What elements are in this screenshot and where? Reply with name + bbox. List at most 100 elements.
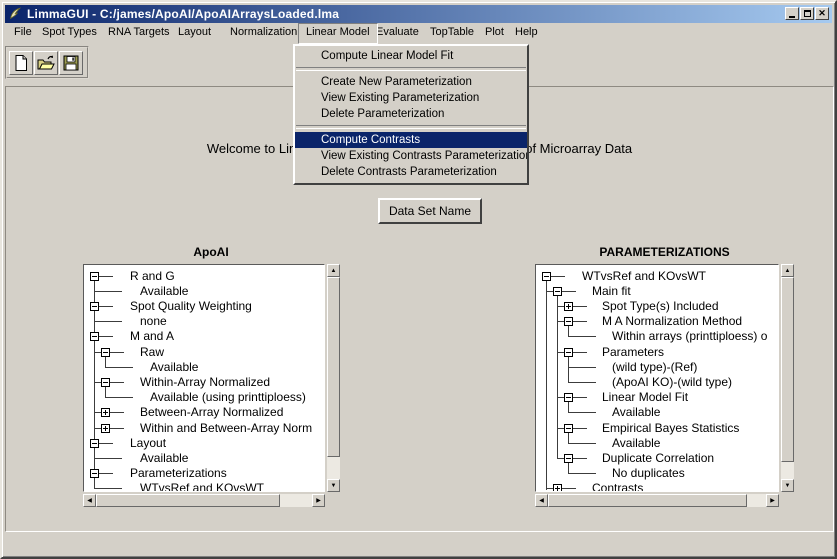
- menu-item-view-existing-parameterization[interactable]: View Existing Parameterization: [295, 90, 527, 106]
- scroll-left-icon: ◀: [539, 498, 544, 504]
- tree-connector-line: [105, 367, 133, 368]
- menu-spot-types[interactable]: Spot Types: [35, 23, 104, 42]
- scroll-down-button[interactable]: ▼: [781, 479, 794, 492]
- collapse-minus-icon[interactable]: [564, 317, 573, 326]
- menu-plot[interactable]: Plot: [478, 23, 511, 42]
- apoai-tree-hscrollbar[interactable]: ◀ ▶: [83, 494, 325, 507]
- menu-file[interactable]: File: [7, 23, 39, 42]
- scroll-down-button[interactable]: ▼: [327, 479, 340, 492]
- tree-node-label: Duplicate Correlation: [602, 451, 714, 465]
- tree-connector-line: [573, 458, 587, 459]
- menu-item-create-new-parameterization[interactable]: Create New Parameterization: [295, 74, 527, 90]
- collapse-minus-icon[interactable]: [564, 424, 573, 433]
- tree-connector-line: [110, 428, 124, 429]
- tree-node-label: Within arrays (printtiploess) o: [612, 329, 767, 343]
- menu-item-delete-contrasts-parameterization[interactable]: Delete Contrasts Parameterization: [295, 164, 527, 180]
- menu-help[interactable]: Help: [508, 23, 545, 42]
- collapse-minus-icon[interactable]: [564, 393, 573, 402]
- menu-layout[interactable]: Layout: [171, 23, 218, 42]
- collapse-minus-icon[interactable]: [90, 302, 99, 311]
- expand-plus-icon[interactable]: [564, 302, 573, 311]
- tree-node-label: Parameters: [602, 345, 664, 359]
- collapse-minus-icon[interactable]: [564, 348, 573, 357]
- data-set-name-button[interactable]: Data Set Name: [378, 198, 482, 224]
- menu-bar: File Spot Types RNA Targets Layout Norma…: [5, 23, 832, 43]
- menu-item-delete-parameterization[interactable]: Delete Parameterization: [295, 106, 527, 122]
- tree-connector-line: [557, 458, 564, 459]
- tree-connector-line: [94, 321, 122, 322]
- new-file-button[interactable]: [9, 51, 33, 75]
- tree-connector-line: [557, 397, 564, 398]
- tree-connector-line: [94, 291, 122, 292]
- apoai-tree-vscrollbar[interactable]: ▲ ▼: [327, 264, 340, 492]
- tree-connector-line: [546, 276, 547, 490]
- expand-plus-icon[interactable]: [553, 484, 562, 492]
- collapse-minus-icon[interactable]: [542, 272, 551, 281]
- collapse-minus-icon[interactable]: [90, 439, 99, 448]
- close-button[interactable]: ✕: [815, 7, 829, 20]
- collapse-minus-icon[interactable]: [564, 454, 573, 463]
- minimize-icon: [789, 16, 795, 18]
- collapse-minus-icon[interactable]: [90, 469, 99, 478]
- param-tree-vscrollbar[interactable]: ▲ ▼: [781, 264, 794, 492]
- menu-item-view-existing-contrasts-parameterization[interactable]: View Existing Contrasts Parameterization: [295, 148, 527, 164]
- scroll-right-button[interactable]: ▶: [312, 494, 325, 507]
- tree-node-label: Empirical Bayes Statistics: [602, 421, 739, 435]
- tree-connector-line: [94, 382, 101, 383]
- scroll-left-button[interactable]: ◀: [535, 494, 548, 507]
- scroll-up-button[interactable]: ▲: [327, 264, 340, 277]
- expand-plus-icon[interactable]: [101, 408, 110, 417]
- param-tree-hscrollbar[interactable]: ◀ ▶: [535, 494, 779, 507]
- save-file-button[interactable]: [59, 51, 83, 75]
- tree-node-label: WTvsRef and KOvsWT: [140, 481, 264, 492]
- hscroll-thumb[interactable]: [96, 494, 280, 507]
- new-file-icon: [12, 54, 30, 72]
- hscroll-thumb[interactable]: [548, 494, 747, 507]
- open-file-button[interactable]: [34, 51, 58, 75]
- tree-node-label: Within-Array Normalized: [140, 375, 270, 389]
- tree-node-label: Available: [150, 360, 198, 374]
- open-folder-icon: [36, 54, 56, 72]
- tree-connector-line: [110, 382, 124, 383]
- tree-node-label: Raw: [140, 345, 164, 359]
- collapse-minus-icon[interactable]: [553, 287, 562, 296]
- scroll-right-button[interactable]: ▶: [766, 494, 779, 507]
- linear-model-menu: Compute Linear Model Fit Create New Para…: [293, 44, 529, 185]
- minimize-button[interactable]: [785, 7, 799, 20]
- tree-connector-line: [568, 336, 596, 337]
- tree-node-label: M A Normalization Method: [602, 314, 742, 328]
- scroll-down-icon: ▼: [331, 483, 337, 489]
- tree-connector-line: [94, 458, 122, 459]
- tree-connector-line: [568, 443, 596, 444]
- tree-connector-line: [573, 306, 587, 307]
- maximize-button[interactable]: [800, 7, 814, 20]
- scroll-up-button[interactable]: ▲: [781, 264, 794, 277]
- tree-node-label: Layout: [130, 436, 166, 450]
- tree-connector-line: [557, 321, 564, 322]
- menu-rna-targets[interactable]: RNA Targets: [101, 23, 177, 42]
- scroll-left-button[interactable]: ◀: [83, 494, 96, 507]
- save-floppy-icon: [62, 54, 80, 72]
- collapse-minus-icon[interactable]: [101, 378, 110, 387]
- tree-connector-line: [551, 276, 565, 277]
- menu-linear-model[interactable]: Linear Model: [298, 23, 378, 44]
- expand-plus-icon[interactable]: [101, 424, 110, 433]
- tree-node-label: No duplicates: [612, 466, 685, 480]
- tree-node-label: Available: [612, 405, 660, 419]
- menu-toptable[interactable]: TopTable: [423, 23, 481, 42]
- tree-connector-line: [573, 352, 587, 353]
- tree-connector-line: [99, 336, 113, 337]
- tree-connector-line: [557, 291, 558, 459]
- collapse-minus-icon[interactable]: [90, 332, 99, 341]
- menu-item-compute-linear-model-fit[interactable]: Compute Linear Model Fit: [295, 48, 527, 64]
- scroll-right-icon: ▶: [316, 498, 321, 504]
- app-window: LimmaGUI - C:/james/ApoAI/ApoAIArraysLoa…: [0, 0, 837, 559]
- vscroll-thumb[interactable]: [781, 277, 794, 462]
- menu-normalization[interactable]: Normalization: [223, 23, 304, 42]
- menu-item-compute-contrasts[interactable]: Compute Contrasts: [295, 132, 527, 148]
- vscroll-thumb[interactable]: [327, 277, 340, 457]
- collapse-minus-icon[interactable]: [101, 348, 110, 357]
- tree-connector-line: [562, 291, 576, 292]
- collapse-minus-icon[interactable]: [90, 272, 99, 281]
- tree-connector-line: [546, 488, 553, 489]
